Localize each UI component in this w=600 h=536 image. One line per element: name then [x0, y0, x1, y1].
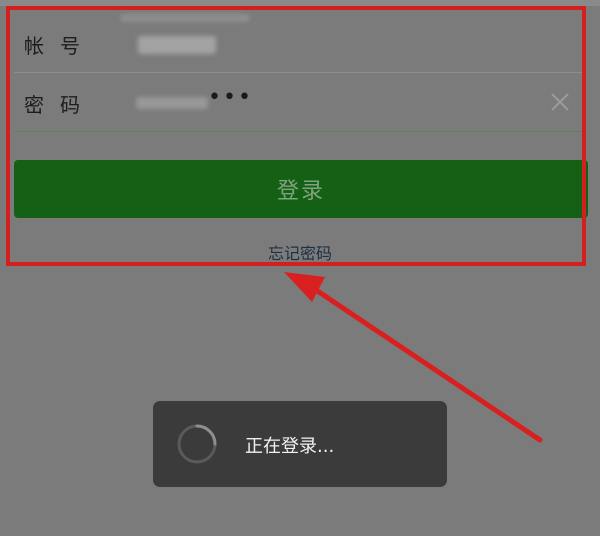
password-mask: •••: [208, 85, 253, 110]
login-screen: 帐号 密码 ••• 登录 忘记密码 正在登录...: [0, 0, 600, 536]
account-label: 帐号: [24, 34, 96, 58]
close-icon[interactable]: [548, 90, 572, 114]
toast-message: 正在登录...: [245, 436, 335, 457]
status-strip: [0, 0, 600, 6]
forgot-password-link[interactable]: 忘记密码: [0, 240, 600, 264]
account-value-blurred[interactable]: [138, 36, 216, 54]
login-button[interactable]: 登录: [14, 160, 588, 218]
password-row[interactable]: 密码 •••: [14, 73, 586, 132]
spinner-icon: [177, 424, 217, 464]
password-value-blurred[interactable]: [136, 97, 208, 109]
password-label: 密码: [24, 93, 96, 117]
account-row[interactable]: 帐号: [14, 14, 586, 73]
loading-toast: 正在登录...: [153, 401, 447, 487]
